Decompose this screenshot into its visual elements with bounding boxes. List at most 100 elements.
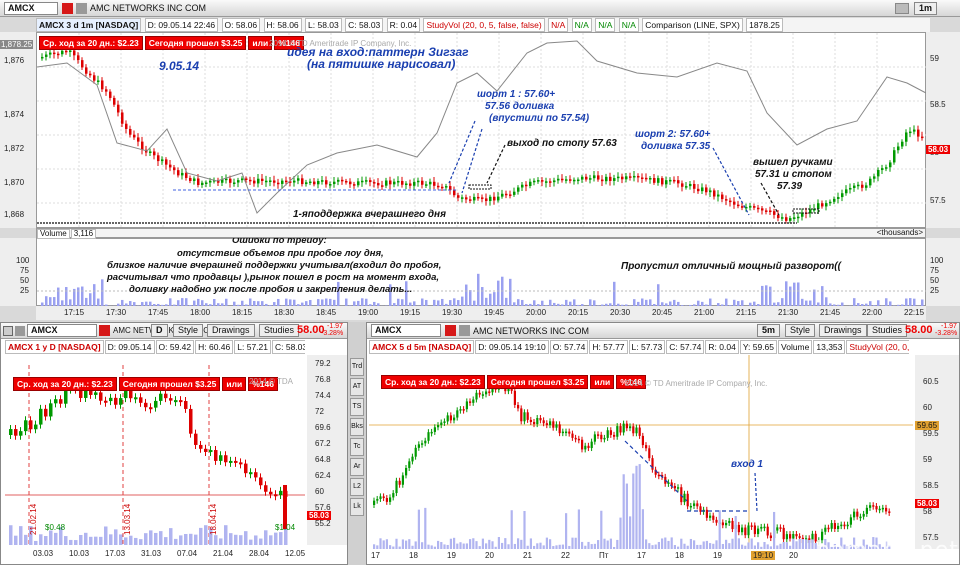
- intraday-studies-button[interactable]: Studies: [867, 324, 908, 337]
- candle: [433, 181, 436, 186]
- volume-bar: [93, 284, 96, 307]
- candle: [341, 179, 344, 182]
- candle: [461, 197, 464, 199]
- intraday-volume: [808, 539, 811, 549]
- symbol-link-icon[interactable]: [62, 3, 73, 14]
- daily-tf-button[interactable]: D: [151, 324, 168, 337]
- daily-volume: [274, 532, 278, 545]
- intraday-candle: [446, 415, 449, 422]
- company-name: AMC NETWORKS INC COM: [90, 3, 206, 13]
- candle: [301, 178, 304, 185]
- intraday-candle: [385, 498, 388, 502]
- intraday-volume: [776, 545, 779, 549]
- thousands-label: <thousands>: [876, 228, 923, 237]
- info-study: StudyVol (20, 0, 5, false, false): [423, 18, 545, 32]
- intraday-plot[interactable]: Ср. ход за 20 дн.: $2.23 Сегодня прошел $…: [369, 355, 913, 549]
- intraday-link-icon[interactable]: [445, 325, 456, 336]
- link-button[interactable]: [895, 3, 909, 14]
- intraday-volume: [702, 541, 705, 549]
- candle: [597, 175, 600, 180]
- candle: [833, 198, 836, 202]
- daily-link-icon[interactable]: [99, 325, 110, 336]
- intraday-volume: [379, 538, 382, 549]
- intraday-change: -1.97: [941, 323, 957, 330]
- side-tool-button[interactable]: Tc: [350, 438, 364, 456]
- intraday-volume: [782, 542, 785, 549]
- side-tool-button[interactable]: Lk: [350, 498, 364, 516]
- vol-tick: 50: [930, 276, 939, 285]
- intraday-candle: [411, 456, 414, 462]
- daily-volume: [169, 528, 173, 545]
- daily-date-tick: 03.03: [33, 549, 54, 558]
- daily-candle: [179, 400, 183, 403]
- intraday-candle: [709, 515, 712, 518]
- side-tool-button[interactable]: TS: [350, 398, 364, 416]
- intraday-candle: [696, 503, 699, 507]
- lock-icon[interactable]: [15, 326, 25, 336]
- intraday-volume: [545, 537, 548, 549]
- intraday-volume: [421, 542, 424, 549]
- intraday-volume: [769, 546, 772, 549]
- intraday-volume: [798, 538, 801, 549]
- side-tool-button[interactable]: Trd: [350, 358, 364, 376]
- candle: [881, 168, 884, 171]
- daily-candle: [129, 390, 133, 399]
- candle: [701, 187, 704, 192]
- side-tool-button[interactable]: AT: [350, 378, 364, 396]
- intraday-candle: [785, 534, 788, 540]
- daily-volume: [44, 536, 48, 545]
- time-tick: 19:30: [442, 308, 463, 317]
- daily-close: C: 58.03: [272, 340, 305, 354]
- intraday-candle: [622, 423, 625, 433]
- candle: [189, 177, 192, 181]
- intraday-volume: [629, 516, 632, 549]
- annotation-date: 9.05.14: [159, 59, 200, 73]
- side-tool-button[interactable]: Bks: [350, 418, 364, 436]
- intraday-candle: [488, 391, 491, 393]
- volume-bar: [785, 281, 788, 307]
- daily-drawings-button[interactable]: Drawings: [207, 324, 255, 337]
- intraday-watermark: 2014 © TD Ameritrade IP Company, Inc.: [625, 379, 768, 388]
- side-tool-button[interactable]: L2: [350, 478, 364, 496]
- intraday-volume: [641, 509, 644, 549]
- intraday-volume: [577, 509, 580, 549]
- daily-volume: [244, 531, 248, 545]
- settings-icon[interactable]: [3, 326, 13, 336]
- symbol-input[interactable]: AMCX: [4, 2, 58, 15]
- intraday-volume: [433, 546, 436, 549]
- daily-candle: [164, 393, 168, 399]
- intraday-vol-label: Volume: [778, 340, 813, 354]
- side-tool-button[interactable]: Ar: [350, 458, 364, 476]
- intraday-candle: [382, 496, 385, 499]
- intraday-candle: [478, 392, 481, 395]
- intraday-candle: [584, 445, 587, 450]
- entry-annotation: вход 1: [731, 459, 763, 470]
- intraday-symbol-input[interactable]: AMCX: [371, 324, 441, 337]
- intraday-tf-button[interactable]: 5m: [757, 324, 781, 337]
- daily-volume: [229, 533, 233, 545]
- daily-volume: [239, 535, 243, 545]
- intraday-volume: [773, 511, 776, 549]
- annotation-short1-b: 57.56 доливка: [485, 101, 555, 112]
- daily-plot[interactable]: Ср. ход за 20 дн.: $2.23 Сегодня прошел $…: [5, 355, 305, 545]
- volume-bar: [477, 273, 480, 307]
- volume-bar: [469, 290, 472, 307]
- candle: [509, 194, 512, 196]
- vol-tick: 100: [16, 256, 30, 265]
- daily-volume: [179, 535, 183, 545]
- intraday-style-button[interactable]: Style: [785, 324, 816, 337]
- candle: [453, 190, 456, 196]
- intraday-candle: [593, 434, 596, 442]
- top-price-plot[interactable]: Ср. ход за 20 дн.: $2.23 Сегодня прошел $…: [36, 32, 927, 229]
- daily-symbol-input[interactable]: AMCX: [27, 324, 97, 337]
- candle: [897, 146, 900, 151]
- timeframe-button[interactable]: 1m: [914, 2, 938, 15]
- daily-studies-button[interactable]: Studies: [259, 324, 300, 337]
- intraday-drawings-button[interactable]: Drawings: [819, 324, 867, 337]
- intraday-volume: [501, 542, 504, 549]
- candle: [153, 151, 156, 156]
- volume-bar: [77, 287, 80, 307]
- intraday-volume: [625, 483, 628, 549]
- candle: [873, 176, 876, 179]
- daily-style-button[interactable]: Style: [173, 324, 204, 337]
